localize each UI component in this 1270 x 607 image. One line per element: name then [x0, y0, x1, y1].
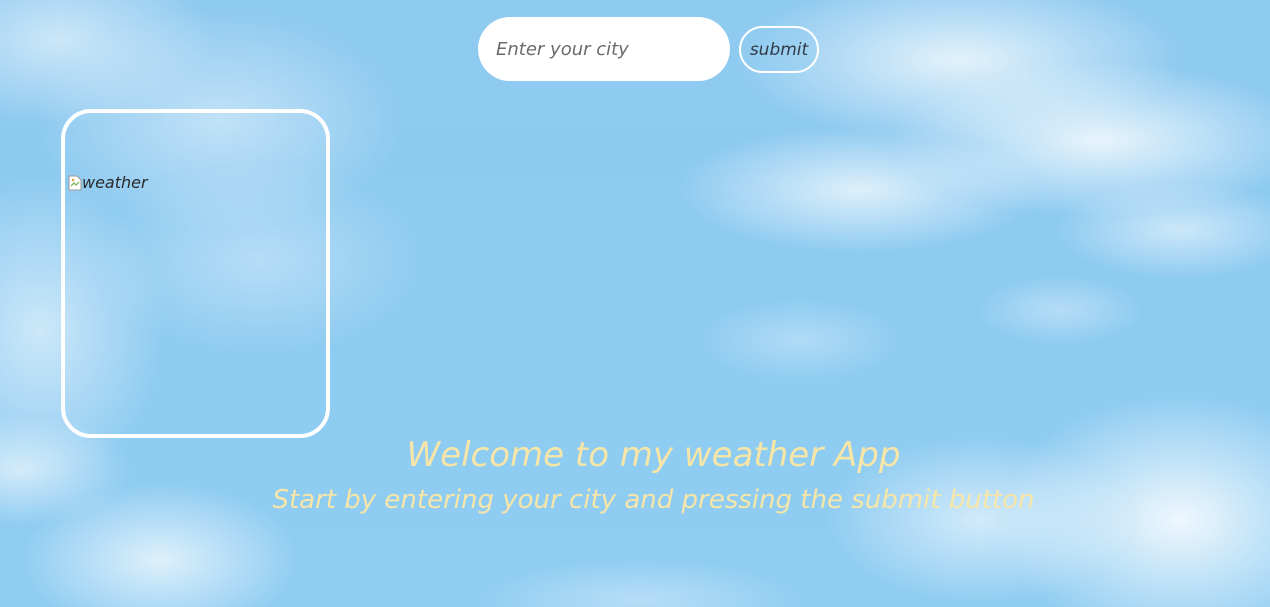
welcome-title: Welcome to my weather App — [406, 435, 901, 475]
broken-image-icon — [68, 175, 82, 191]
submit-button[interactable]: submit — [739, 26, 819, 73]
welcome-subtitle: Start by entering your city and pressing… — [272, 485, 1035, 515]
city-search-input[interactable] — [478, 17, 730, 81]
weather-image-alt-text: weather — [82, 173, 148, 192]
weather-card: weather — [61, 109, 330, 438]
weather-image: weather — [68, 173, 148, 192]
